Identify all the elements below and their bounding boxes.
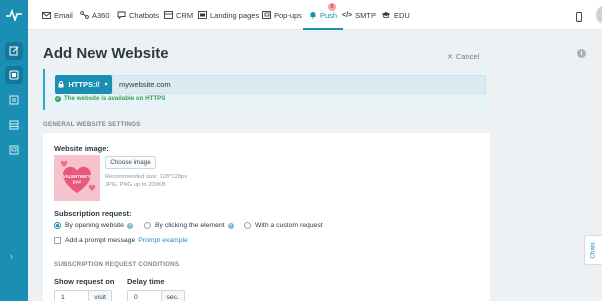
sidebar-expand-icon[interactable]: ›	[10, 251, 13, 261]
nav-email-label: Email	[54, 10, 73, 20]
nav-landing-pages-label: Landing pages	[210, 10, 260, 20]
sidebar-edit-icon[interactable]	[5, 42, 23, 60]
option-label-custom: With a custom request	[255, 222, 323, 229]
nav-edu-label: EDU	[394, 10, 410, 20]
protocol-select[interactable]: HTTPS:// ▼	[55, 75, 112, 94]
graduation-cap-icon	[381, 12, 391, 19]
nav-popups-label: Pop-ups	[274, 10, 302, 20]
choose-image-button[interactable]: Choose image	[105, 156, 156, 169]
option-label-opening: By opening website	[65, 222, 124, 229]
info-icon[interactable]: i	[577, 49, 586, 58]
sidebar-settings-icon[interactable]	[5, 141, 23, 159]
website-url-input[interactable]: mywebsite.com	[112, 75, 486, 94]
protocol-label: HTTPS://	[68, 80, 100, 89]
delay-time-label: Delay time	[127, 277, 165, 286]
chevron-down-icon: ▼	[103, 81, 109, 88]
logo-icon[interactable]	[0, 0, 28, 30]
cancel-label: Cancel	[455, 52, 480, 61]
help-icon[interactable]: ?	[227, 222, 234, 229]
nav-smtp-label: SMTP	[355, 10, 376, 20]
delay-unit: sec.	[160, 291, 184, 301]
option-by-opening-website[interactable]: By opening website ?	[54, 222, 133, 229]
settings-card: Website image: VALENTINE'S DAY Choose im…	[43, 133, 490, 301]
chats-tab-label: Chats	[589, 241, 597, 259]
nav-landing-pages[interactable]: Landing pages	[198, 0, 259, 30]
show-request-label: Show request on	[54, 277, 115, 286]
sidebar-websites-icon[interactable]	[5, 66, 23, 84]
image-size-hint: Recommended size: 128*128px	[105, 174, 188, 180]
section-heading-conditions: SUBSCRIPTION REQUEST CONDITIONS	[54, 261, 180, 268]
chat-bubble-icon	[117, 11, 126, 19]
code-icon: </>	[342, 11, 353, 19]
website-image-label: Website image:	[54, 144, 109, 153]
nav-email[interactable]: Email	[42, 0, 73, 30]
top-navigation: Email A360 Chatbots CRM Landing pages Po…	[28, 0, 602, 30]
help-icon[interactable]: ?	[126, 222, 133, 229]
bell-icon	[310, 12, 316, 19]
website-image-thumbnail: VALENTINE'S DAY	[54, 155, 100, 201]
website-url-panel: HTTPS:// ▼ mywebsite.com ✓ The website i…	[43, 69, 490, 110]
radio-unselected[interactable]	[144, 222, 151, 229]
crm-icon	[164, 11, 173, 19]
prompt-message-checkbox[interactable]	[54, 237, 61, 244]
mail-icon	[42, 11, 51, 19]
nav-popups[interactable]: Pop-ups	[262, 0, 302, 30]
nav-a360-label: A360	[92, 10, 110, 20]
avatar[interactable]	[596, 5, 602, 25]
delay-time-value: 0	[134, 293, 138, 301]
nav-crm-label: CRM	[176, 10, 194, 20]
popup-icon	[262, 11, 271, 19]
https-status: ✓ The website is available on HTTPS	[55, 95, 165, 102]
nav-a360[interactable]: A360	[80, 0, 110, 30]
chats-tab[interactable]: Chats	[584, 235, 602, 265]
visit-count-field[interactable]: 1 visit	[54, 290, 112, 301]
radio-unselected[interactable]	[244, 222, 251, 229]
check-circle-icon: ✓	[55, 95, 61, 102]
sidebar-campaigns-icon[interactable]	[5, 91, 23, 109]
close-icon: ✕	[447, 53, 453, 61]
nav-chatbots[interactable]: Chatbots	[117, 0, 159, 30]
nav-chatbots-label: Chatbots	[129, 10, 160, 20]
option-by-clicking-element[interactable]: By clicking the element ?	[144, 222, 234, 229]
option-custom-request[interactable]: With a custom request	[244, 222, 323, 229]
thumb-text-line1: VALENTINE'S	[63, 174, 91, 179]
subscription-request-label: Subscription request:	[54, 209, 132, 218]
thumb-text-line2: DAY	[73, 180, 82, 185]
prompt-message-checkbox-row[interactable]: Add a prompt message Prompt example	[54, 237, 188, 244]
image-format-hint: JPG, PNG up to 200KB	[105, 182, 166, 188]
radio-selected[interactable]	[54, 222, 61, 229]
visit-count-value: 1	[61, 293, 65, 301]
sidebar-stats-icon[interactable]	[5, 116, 23, 134]
visit-unit: visit	[88, 291, 111, 301]
section-heading-general: GENERAL WEBSITE SETTINGS	[43, 121, 141, 128]
mobile-phone-icon[interactable]	[576, 9, 582, 27]
option-label-clicking: By clicking the element	[155, 222, 225, 229]
nav-push[interactable]: Push	[302, 0, 344, 30]
sidebar: ›	[0, 0, 28, 301]
prompt-example-link[interactable]: Prompt example	[138, 237, 188, 244]
nav-smtp[interactable]: </> SMTP	[342, 0, 376, 30]
page-title: Add New Website	[43, 45, 169, 62]
delay-time-field[interactable]: 0 sec.	[127, 290, 185, 301]
lock-icon	[58, 81, 64, 88]
landing-page-icon	[198, 11, 207, 19]
cancel-button[interactable]: ✕ Cancel	[447, 52, 479, 61]
prompt-message-label: Add a prompt message	[65, 237, 136, 244]
nav-edu[interactable]: EDU	[381, 0, 410, 30]
https-status-text: The website is available on HTTPS	[64, 95, 166, 102]
nav-push-label: Push	[320, 10, 338, 20]
nav-crm[interactable]: CRM	[164, 0, 193, 30]
automation-icon	[80, 11, 89, 19]
